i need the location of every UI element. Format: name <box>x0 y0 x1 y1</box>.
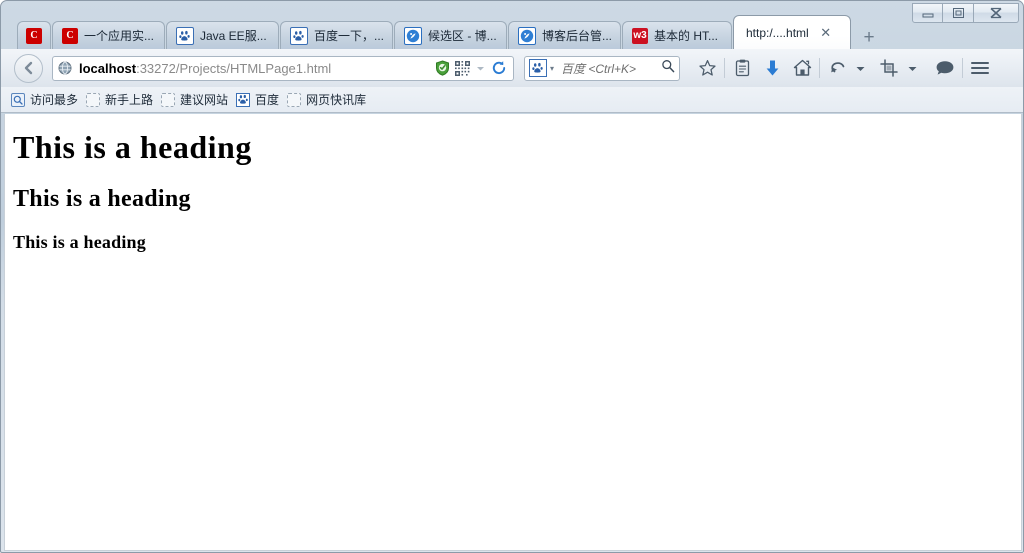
minimize-button[interactable] <box>912 3 943 23</box>
baidu-icon <box>236 92 251 107</box>
tab-3[interactable]: Java EE服... <box>166 21 279 49</box>
browser-window: C C 一个应用实... Java EE服... 百度一下，... 候选区 - … <box>0 0 1024 553</box>
screenshot-crop-button[interactable] <box>874 53 904 83</box>
bookmark-label: 访问最多 <box>30 93 79 107</box>
chrome-c-icon: C <box>26 27 42 44</box>
feedback-button[interactable] <box>930 53 960 83</box>
close-button[interactable] <box>974 3 1019 23</box>
blog-icon <box>518 26 536 45</box>
tab-8-active[interactable]: http:/....html ✕ <box>733 15 851 49</box>
title-bar: C C 一个应用实... Java EE服... 百度一下，... 候选区 - … <box>1 1 1023 49</box>
search-icon[interactable] <box>661 59 675 78</box>
tab-strip: C C 一个应用实... Java EE服... 百度一下，... 候选区 - … <box>17 15 882 49</box>
tab-1[interactable]: C <box>17 21 51 49</box>
home-button[interactable] <box>787 53 817 83</box>
url-bar[interactable]: localhost:33272/Projects/HTMLPage1.html <box>52 55 514 81</box>
bookmark-label: 建议网站 <box>180 93 229 107</box>
history-dropdown-button[interactable] <box>852 53 868 83</box>
tab-label: 基本的 HT... <box>654 29 719 43</box>
baidu-icon[interactable] <box>529 59 547 77</box>
tab-label: http:/....html <box>746 25 809 40</box>
bookmark-baidu[interactable]: 百度 <box>234 90 285 110</box>
page-content: This is a heading This is a heading This… <box>5 114 1021 251</box>
tab-4[interactable]: 百度一下，... <box>280 21 393 49</box>
close-icon[interactable]: ✕ <box>819 26 833 40</box>
bookmark-label: 网页快讯库 <box>306 93 367 107</box>
tab-label: 博客后台管... <box>542 29 611 43</box>
page-viewport: This is a heading This is a heading This… <box>4 114 1022 551</box>
qr-code-icon[interactable] <box>455 60 470 76</box>
chevron-down-icon[interactable]: ▾ <box>550 64 554 73</box>
bookmark-suggested-sites[interactable]: 建议网站 <box>159 90 234 110</box>
toolbar-separator <box>819 58 820 78</box>
window-controls <box>912 3 1019 23</box>
search-bar[interactable]: ▾ 百度 <Ctrl+K> <box>524 55 680 81</box>
chevron-down-icon[interactable] <box>475 63 486 74</box>
tab-label: 一个应用实... <box>84 29 155 43</box>
screenshot-dropdown-button[interactable] <box>904 53 920 83</box>
reading-list-button[interactable] <box>727 53 757 83</box>
url-host: localhost <box>79 60 137 76</box>
reload-icon[interactable] <box>491 60 507 76</box>
shield-check-icon[interactable] <box>435 60 450 76</box>
bookmark-label: 百度 <box>255 93 280 107</box>
bookmark-star-button[interactable] <box>692 53 722 83</box>
back-arrow-icon[interactable] <box>14 53 43 83</box>
url-text: localhost:33272/Projects/HTMLPage1.html <box>79 61 430 76</box>
page-heading-2: This is a heading <box>13 186 191 212</box>
bookmark-getting-started[interactable]: 新手上路 <box>84 90 159 110</box>
page-heading-3: This is a heading <box>13 232 146 252</box>
bookmark-web-news[interactable]: 网页快讯库 <box>285 90 372 110</box>
tab-2[interactable]: C 一个应用实... <box>52 21 165 49</box>
blog-icon <box>404 26 422 45</box>
tab-6[interactable]: 博客后台管... <box>508 21 621 49</box>
bookmarks-bar: 访问最多 新手上路 建议网站 百度 网页快讯库 <box>1 87 1023 113</box>
most-visited-icon <box>11 92 25 107</box>
url-path: :33272/Projects/HTMLPage1.html <box>136 60 332 76</box>
history-back-button[interactable] <box>822 53 852 83</box>
baidu-icon <box>176 26 194 45</box>
placeholder-icon <box>86 92 101 107</box>
tab-label: 候选区 - 博... <box>428 29 497 43</box>
baidu-icon <box>290 26 308 45</box>
placeholder-icon <box>287 92 302 107</box>
navigation-toolbar: localhost:33272/Projects/HTMLPage1.html <box>1 49 1023 88</box>
chrome-c-icon: C <box>62 27 78 44</box>
bookmark-label: 新手上路 <box>105 93 154 107</box>
tab-label: 百度一下，... <box>314 29 383 43</box>
tab-5[interactable]: 候选区 - 博... <box>394 21 507 49</box>
globe-icon <box>58 61 74 75</box>
menu-button[interactable] <box>965 53 995 83</box>
tab-label: Java EE服... <box>200 29 267 43</box>
restore-button[interactable] <box>943 3 974 23</box>
new-tab-button[interactable]: + <box>856 25 882 49</box>
toolbar-separator <box>724 58 725 78</box>
page-heading-1: This is a heading <box>13 129 252 165</box>
bookmark-most-visited[interactable]: 访问最多 <box>9 90 84 110</box>
downloads-button[interactable] <box>757 53 787 83</box>
tab-7[interactable]: w3 基本的 HT... <box>622 21 732 49</box>
placeholder-icon <box>161 92 176 107</box>
toolbar-separator <box>962 58 963 78</box>
search-input[interactable]: 百度 <Ctrl+K> <box>561 60 661 77</box>
w3school-icon: w3 <box>632 27 648 44</box>
